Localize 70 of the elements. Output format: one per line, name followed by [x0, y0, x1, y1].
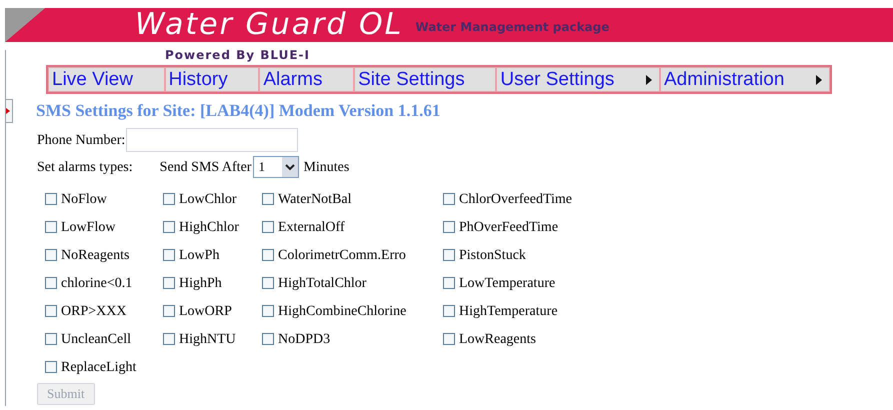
alarm-checkbox[interactable] [443, 333, 455, 345]
alarm-label: ChlorOverfeedTime [459, 190, 572, 208]
alarm-label: HighChlor [179, 218, 239, 236]
nav-menu-item[interactable]: Site Settings [355, 68, 496, 91]
alarm-label: HighTotalChlor [278, 274, 366, 292]
alarm-checkbox[interactable] [45, 305, 57, 317]
minutes-dropdown[interactable]: 1 [253, 156, 300, 178]
alarm-label: HighNTU [179, 330, 236, 348]
alarm-types-label: Set alarms types: [37, 158, 133, 176]
alarm-checkbox[interactable] [163, 333, 175, 345]
phone-label: Phone Number: [37, 132, 126, 150]
alarm-checkbox[interactable] [443, 249, 455, 261]
dropdown-caret-icon [282, 157, 298, 177]
alarm-checkbox[interactable] [163, 277, 175, 289]
alarm-checkbox[interactable] [262, 333, 274, 345]
nav-menu-item[interactable]: Live View [49, 68, 164, 91]
alarm-checkbox[interactable] [45, 249, 57, 261]
submenu-arrow-icon [646, 74, 652, 84]
nav-menu-item[interactable]: History [166, 68, 258, 91]
alarm-label: ORP>XXX [61, 302, 126, 320]
page-title: SMS Settings for Site: [LAB4(4)] Modem Version 1.1.61 [36, 100, 440, 122]
app-title: Water Guard OL [135, 8, 404, 42]
phone-input-field[interactable] [126, 128, 298, 152]
alarm-checkbox[interactable] [262, 221, 274, 233]
alarm-checkbox[interactable] [45, 221, 57, 233]
alarm-label: LowTemperature [459, 274, 556, 292]
alarm-checkbox[interactable] [45, 333, 57, 345]
alarm-label: UncleanCell [61, 330, 131, 348]
alarm-label: PhOverFeedTime [459, 218, 558, 236]
alarm-checkbox[interactable] [443, 221, 455, 233]
alarm-label: NoDPD3 [278, 330, 330, 348]
alarm-checkbox[interactable] [262, 277, 274, 289]
alarm-label: HighTemperature [459, 302, 558, 320]
submenu-arrow-icon [816, 74, 822, 84]
alarm-checkbox[interactable] [45, 277, 57, 289]
alarm-label: LowChlor [179, 190, 237, 208]
powered-by-text: Powered By BLUE-I [165, 48, 310, 62]
alarm-label: ReplaceLight [61, 358, 136, 376]
nav-menu-item[interactable]: User Settings [497, 68, 659, 91]
alarm-checkbox[interactable] [45, 193, 57, 205]
alarm-checkbox[interactable] [262, 305, 274, 317]
alarm-label: NoReagents [61, 246, 130, 264]
alarm-label: LowFlow [61, 218, 116, 236]
alarm-checkbox[interactable] [163, 305, 175, 317]
alarm-label: LowORP [179, 302, 232, 320]
alarm-checkbox[interactable] [163, 193, 175, 205]
alarm-checkbox[interactable] [443, 305, 455, 317]
alarm-label: LowPh [179, 246, 220, 264]
minutes-label: Minutes [303, 158, 350, 176]
alarm-label: ColorimetrComm.Erro [278, 246, 406, 264]
alarm-checkbox[interactable] [443, 193, 455, 205]
alarm-label: chlorine<0.1 [61, 274, 132, 292]
alarm-label: HighPh [179, 274, 222, 292]
alarm-checkbox[interactable] [163, 221, 175, 233]
alarm-checkbox[interactable] [443, 277, 455, 289]
nav-menu-item[interactable]: Alarms [260, 68, 354, 91]
alarm-label: PistonStuck [459, 246, 526, 264]
alarm-checkbox[interactable] [45, 361, 57, 373]
alarm-label: NoFlow [61, 190, 107, 208]
alarm-label: LowReagents [459, 330, 536, 348]
alarm-label: WaterNotBal [278, 190, 352, 208]
alarm-label: HighCombineChlorine [278, 302, 406, 320]
nav-menu-item[interactable]: Administration [661, 68, 829, 91]
app-subtitle: Water Management package [415, 19, 610, 36]
alarm-checkbox[interactable] [262, 193, 274, 205]
send-after-label: Send SMS After [160, 158, 252, 176]
alarm-checkbox[interactable] [163, 249, 175, 261]
alarm-label: ExternalOff [278, 218, 345, 236]
sidebar-toggle[interactable] [5, 99, 13, 123]
alarm-checkbox[interactable] [262, 249, 274, 261]
